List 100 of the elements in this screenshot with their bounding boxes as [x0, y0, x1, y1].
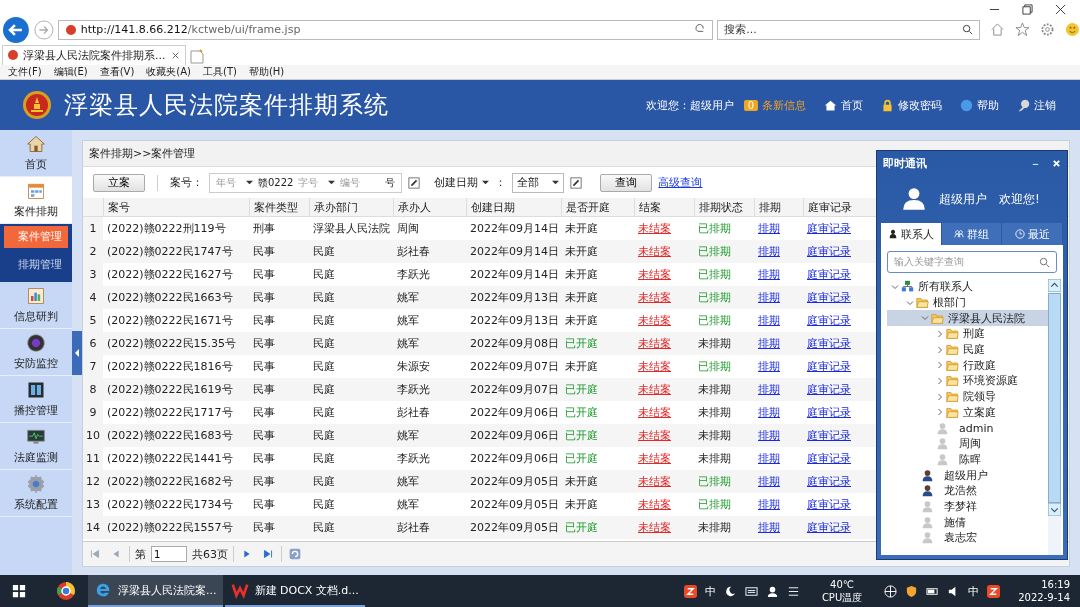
caret-icon[interactable] [328, 179, 336, 186]
trial-record-link[interactable]: 庭审记录 [807, 497, 851, 512]
column-header[interactable]: 排期状态 [699, 199, 743, 215]
column-header[interactable]: 排期 [759, 199, 781, 215]
advanced-query-link[interactable]: 高级查询 [658, 175, 703, 190]
close-icon[interactable] [1055, 4, 1066, 15]
tree-item[interactable]: 院领导 [887, 388, 1048, 405]
closure-link[interactable]: 未结案 [638, 497, 671, 512]
back-button[interactable] [2, 15, 30, 44]
column-header[interactable]: 承办人 [398, 199, 431, 215]
sidebar-item[interactable]: 信息研判 [0, 282, 72, 329]
restore-icon[interactable] [1022, 4, 1033, 15]
menu-item[interactable]: 编辑(E) [53, 64, 88, 79]
trial-record-link[interactable]: 庭审记录 [807, 428, 851, 443]
scroll-up-icon[interactable] [1048, 279, 1061, 292]
column-header[interactable]: 承办部门 [314, 199, 358, 215]
collapse-handle[interactable] [72, 330, 82, 375]
search-icon[interactable] [1039, 256, 1050, 268]
schedule-link[interactable]: 排期 [758, 382, 780, 397]
column-header[interactable]: 庭审记录 [808, 199, 852, 215]
browser-tab[interactable]: 浮梁县人民法院案件排期系... [2, 44, 186, 65]
closure-link[interactable]: 未结案 [638, 336, 671, 351]
tree-item[interactable]: 浮梁县人民法院 [887, 310, 1048, 327]
network-icon[interactable] [884, 584, 898, 598]
ime-mode[interactable]: 中 [704, 583, 716, 599]
trial-record-link[interactable]: 庭审记录 [807, 267, 851, 282]
sidebar-item[interactable]: 案件排期 [0, 177, 72, 224]
schedule-link[interactable]: 排期 [758, 405, 780, 420]
message-link[interactable]: 条新信息 [762, 97, 806, 113]
column-header[interactable]: 案号 [108, 199, 130, 215]
date-range-select[interactable]: 全部 [512, 172, 565, 193]
tree-item[interactable]: 陈晖 [887, 451, 1048, 468]
page-field[interactable]: 1 [151, 546, 187, 562]
trial-record-link[interactable]: 庭审记录 [807, 221, 851, 236]
tree-item[interactable]: 民庭 [887, 341, 1048, 358]
sidebar-item[interactable]: 系统配置 [0, 470, 72, 517]
column-header[interactable]: 创建日期 [471, 199, 515, 215]
header-link[interactable]: 帮助 [977, 97, 999, 113]
chat-tab[interactable]: 联系人 [881, 223, 942, 245]
edit-icon[interactable] [570, 176, 583, 189]
schedule-link[interactable]: 排期 [758, 359, 780, 374]
taskbar-task[interactable]: 新建 DOCX 文档.d... [224, 575, 365, 607]
tree-item[interactable]: 根部门 [887, 294, 1048, 311]
closure-link[interactable]: 未结案 [638, 520, 671, 535]
column-header[interactable]: 案件类型 [254, 199, 298, 215]
refresh-icon[interactable] [287, 546, 303, 562]
closure-link[interactable]: 未结案 [638, 451, 671, 466]
header-link[interactable]: 首页 [841, 97, 863, 113]
schedule-link[interactable]: 排期 [758, 336, 780, 351]
keyboard-icon[interactable] [744, 584, 758, 598]
moon-icon[interactable] [723, 584, 737, 598]
shield-icon[interactable] [905, 584, 919, 598]
ime-icon[interactable] [987, 584, 1001, 598]
trial-record-link[interactable]: 庭审记录 [807, 474, 851, 489]
closure-link[interactable]: 未结案 [638, 382, 671, 397]
tree-item[interactable]: 李梦祥 [887, 498, 1048, 515]
column-header[interactable]: 是否开庭 [566, 199, 610, 215]
tree-item[interactable]: admin [887, 420, 1048, 436]
schedule-link[interactable]: 排期 [758, 244, 780, 259]
trial-record-link[interactable]: 庭审记录 [807, 382, 851, 397]
ime-mode[interactable]: 中 [968, 583, 980, 599]
schedule-link[interactable]: 排期 [758, 451, 780, 466]
lock-icon[interactable] [881, 98, 894, 112]
schedule-link[interactable]: 排期 [758, 474, 780, 489]
closure-link[interactable]: 未结案 [638, 474, 671, 489]
closure-link[interactable]: 未结案 [638, 244, 671, 259]
tree-item[interactable]: 周闽 [887, 435, 1048, 452]
closure-link[interactable]: 未结案 [638, 405, 671, 420]
edit-icon[interactable] [408, 176, 421, 189]
browser-circle-icon[interactable] [56, 581, 76, 601]
sidebar-item[interactable]: 法庭监测 [0, 423, 72, 470]
house-icon[interactable] [824, 98, 837, 112]
trial-record-link[interactable]: 庭审记录 [807, 451, 851, 466]
smiley-icon[interactable] [1065, 22, 1080, 38]
trial-record-link[interactable]: 庭审记录 [807, 336, 851, 351]
chat-tab[interactable]: 最近 [1002, 223, 1063, 245]
caret-icon[interactable] [482, 179, 490, 186]
caret-icon[interactable] [552, 179, 560, 186]
scrollbar-thumb[interactable] [1048, 293, 1061, 503]
clock-time[interactable]: 16:19 [1041, 578, 1070, 591]
new-case-button[interactable]: 立案 [93, 173, 145, 192]
header-link[interactable]: 修改密码 [898, 97, 942, 113]
taskbar-task[interactable]: 浮梁县人民法院案... [88, 575, 223, 607]
submenu-item[interactable]: 排期管理 [4, 254, 68, 276]
search-field[interactable]: 搜索... [717, 19, 981, 40]
tree-item[interactable]: 袁志宏 [887, 530, 1048, 546]
closure-link[interactable]: 未结案 [638, 428, 671, 443]
tree-item[interactable]: 立案庭 [887, 404, 1048, 421]
column-header[interactable]: 结案 [639, 199, 661, 215]
chat-tab[interactable]: 群组 [941, 223, 1003, 245]
windows-start-icon[interactable] [12, 584, 26, 598]
tree-item[interactable]: 施倩 [887, 514, 1048, 530]
trial-record-link[interactable]: 庭审记录 [807, 290, 851, 305]
closure-link[interactable]: 未结案 [638, 359, 671, 374]
schedule-link[interactable]: 排期 [758, 313, 780, 328]
tree-item[interactable]: 龙浩然 [887, 482, 1048, 499]
trial-record-link[interactable]: 庭审记录 [807, 359, 851, 374]
schedule-link[interactable]: 排期 [758, 428, 780, 443]
tree-item[interactable]: 所有联系人 [887, 279, 1048, 295]
date-field-dropdown[interactable]: 创建日期 [434, 175, 490, 190]
